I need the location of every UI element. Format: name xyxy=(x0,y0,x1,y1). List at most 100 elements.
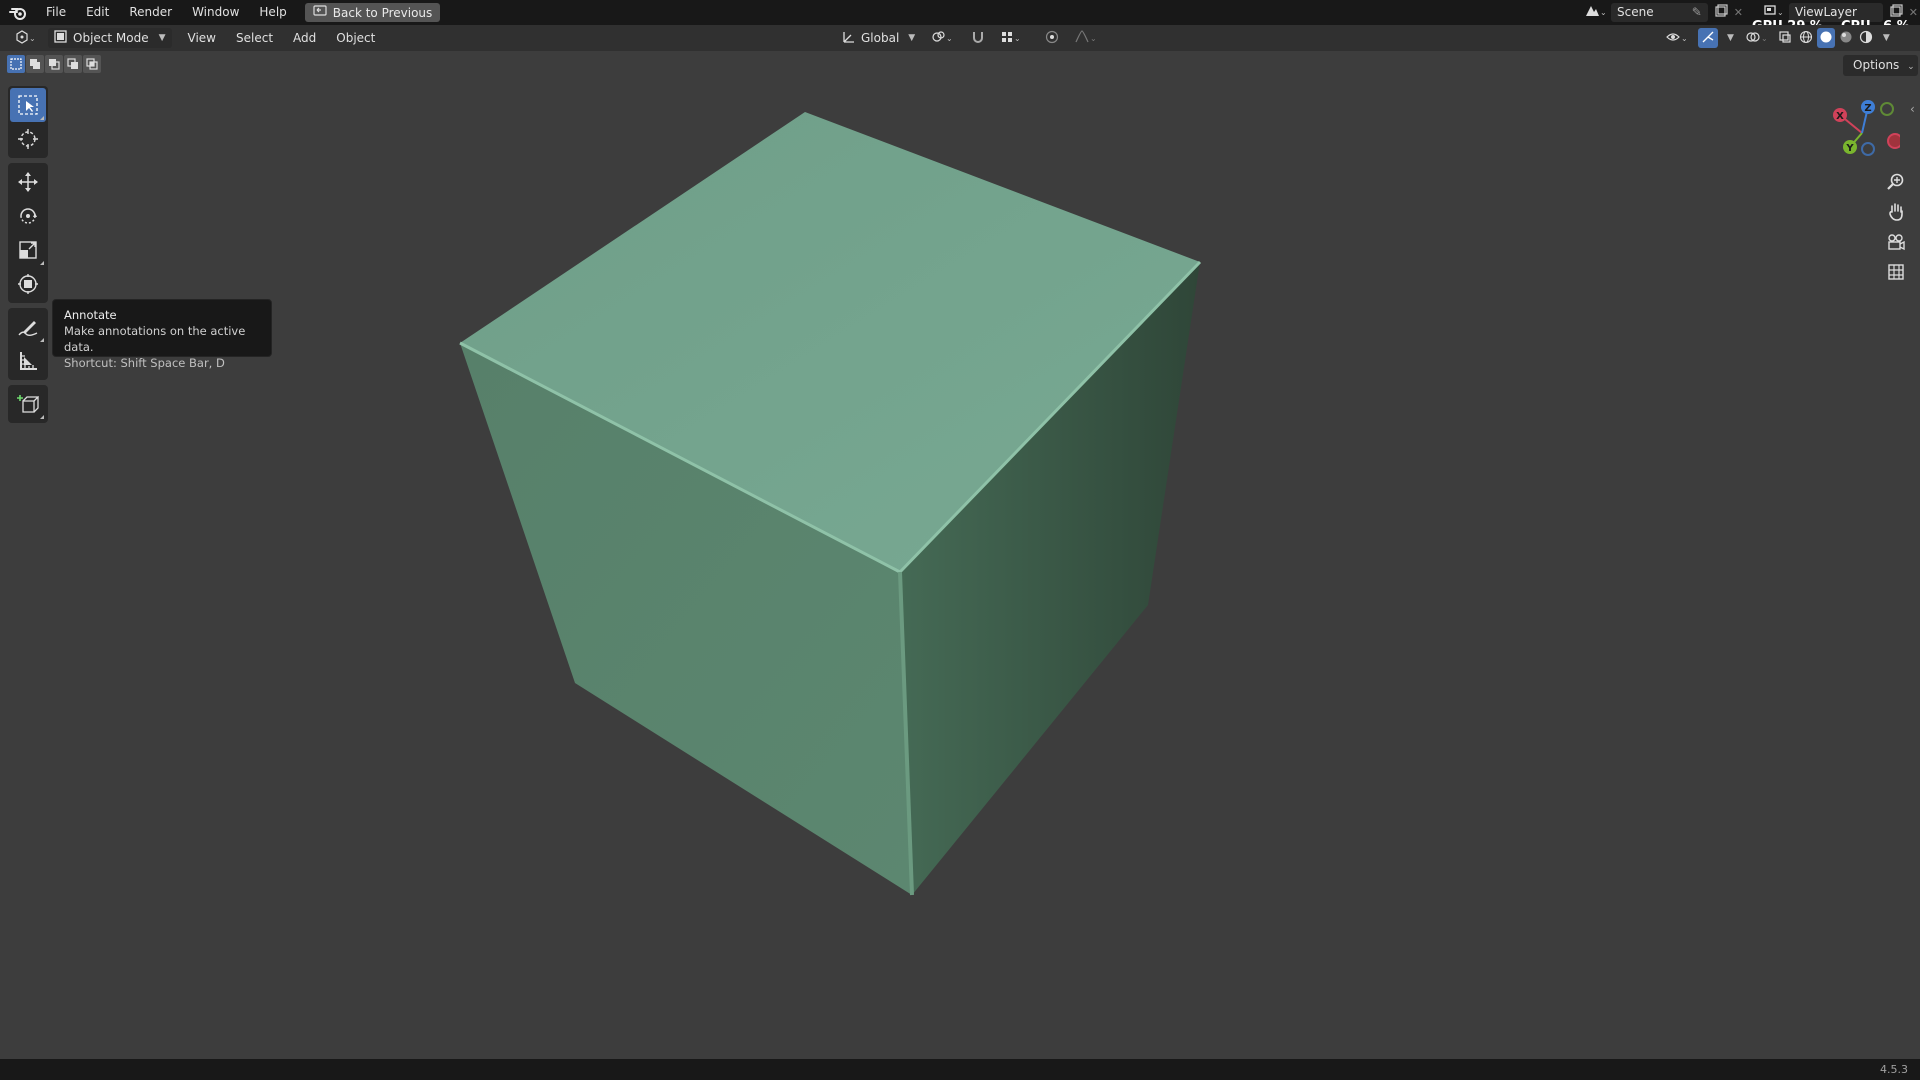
select-extend-button[interactable] xyxy=(26,55,44,73)
menu-view[interactable]: View xyxy=(182,28,222,48)
select-invert-icon xyxy=(67,58,78,69)
shading-options-dropdown[interactable]: ▼ xyxy=(1877,28,1892,48)
chevron-down-icon: ▼ xyxy=(908,33,916,43)
measure-ruler-icon xyxy=(20,352,37,370)
screen-back-icon xyxy=(313,5,327,20)
tool-select-box[interactable] xyxy=(10,88,46,122)
overlays-toggle[interactable]: ⌄ xyxy=(1743,28,1773,48)
version-label: 4.5.3 xyxy=(1880,1063,1908,1076)
cursor-icon xyxy=(18,129,38,149)
tool-group-transform xyxy=(8,163,48,303)
pan-hand-icon xyxy=(1889,203,1903,221)
gizmo-icon xyxy=(1701,30,1715,47)
gizmo-neg-x-handle[interactable] xyxy=(1887,133,1900,149)
menu-window[interactable]: Window xyxy=(182,0,249,25)
object-mode-label: Object Mode xyxy=(73,31,149,45)
camera-icon xyxy=(1888,234,1905,251)
select-box-icon xyxy=(18,95,38,115)
shading-solid-button[interactable] xyxy=(1816,28,1835,48)
gizmo-neg-z-handle[interactable] xyxy=(1861,142,1875,156)
transform-orientation-dropdown[interactable]: Global ▼ xyxy=(836,28,921,48)
gizmos-dropdown[interactable]: ▼ xyxy=(1720,28,1737,48)
menu-help[interactable]: Help xyxy=(249,0,296,25)
tool-scale[interactable] xyxy=(10,233,46,267)
new-scene-icon[interactable] xyxy=(1714,4,1728,21)
zoom-magnifier-icon xyxy=(1887,173,1904,190)
options-dropdown[interactable]: Options ⌄ xyxy=(1843,55,1918,76)
select-intersect-button[interactable] xyxy=(83,55,101,73)
camera-view-button[interactable] xyxy=(1881,228,1911,256)
annotate-tooltip: Annotate Make annotations on the active … xyxy=(52,299,272,370)
pan-button[interactable] xyxy=(1881,198,1911,226)
snap-toggle[interactable] xyxy=(965,28,991,48)
shading-rendered-button[interactable] xyxy=(1857,28,1875,48)
back-to-previous-button[interactable]: Back to Previous xyxy=(304,3,441,22)
tooltip-description: Make annotations on the active data. xyxy=(64,324,246,354)
select-invert-button[interactable] xyxy=(64,55,82,73)
tool-move[interactable] xyxy=(10,165,46,199)
select-set-new-button[interactable] xyxy=(7,55,25,73)
scene-name-field[interactable]: Scene ✎ xyxy=(1611,3,1708,22)
gizmo-neg-y-handle[interactable] xyxy=(1880,102,1894,116)
chevron-down-icon: ⌄ xyxy=(1907,62,1915,72)
tool-variants-corner-icon xyxy=(40,338,44,342)
tool-group-annotate xyxy=(8,308,48,380)
svg-text:⌄: ⌄ xyxy=(29,34,36,43)
tooltip-title: Annotate xyxy=(64,308,117,322)
delete-scene-icon[interactable]: ✕ xyxy=(1734,6,1743,19)
scene-icon[interactable]: ⌄ xyxy=(1583,3,1607,22)
blender-logo-icon[interactable] xyxy=(0,0,36,25)
perspective-toggle-button[interactable] xyxy=(1881,258,1911,286)
tool-variants-corner-icon xyxy=(40,116,44,120)
menu-file[interactable]: File xyxy=(36,0,76,25)
object-visibility-dropdown[interactable]: ⌄ xyxy=(1660,28,1696,48)
zoom-button[interactable] xyxy=(1881,168,1911,196)
viewport-header: ⌄ Object Mode ▼ View Select Add Object G… xyxy=(0,25,1920,51)
scale-icon xyxy=(19,241,37,259)
viewport-gizmos-toggle[interactable] xyxy=(1698,28,1718,48)
object-mode-dropdown[interactable]: Object Mode ▼ xyxy=(48,28,172,48)
select-intersect-icon xyxy=(86,58,98,70)
xray-toggle[interactable] xyxy=(1775,28,1795,48)
tool-measure[interactable] xyxy=(10,344,46,378)
xray-icon xyxy=(1778,30,1792,47)
proportional-editing-toggle[interactable] xyxy=(1039,28,1065,48)
shading-wireframe-button[interactable] xyxy=(1797,28,1815,48)
svg-text:⌄: ⌄ xyxy=(946,34,953,43)
pivot-icon: ⌄ xyxy=(931,30,955,47)
orientation-axes-icon xyxy=(842,30,856,47)
menu-edit[interactable]: Edit xyxy=(76,0,119,25)
tool-cursor[interactable] xyxy=(10,122,46,156)
viewlayer-name: ViewLayer xyxy=(1795,5,1857,19)
scene-selector: ⌄ Scene ✎ ✕ xyxy=(1583,2,1743,23)
select-extend-icon xyxy=(30,59,40,69)
proportional-falloff-dropdown[interactable]: ⌄ xyxy=(1069,28,1105,48)
shading-material-button[interactable] xyxy=(1837,28,1855,48)
menu-render[interactable]: Render xyxy=(119,0,182,25)
tool-annotate[interactable] xyxy=(10,310,46,344)
sidebar-toggle-arrow[interactable]: ‹ xyxy=(1910,102,1915,116)
editor-type-button[interactable]: ⌄ xyxy=(8,28,42,48)
pivot-point-dropdown[interactable]: ⌄ xyxy=(925,28,961,48)
svg-text:⌄: ⌄ xyxy=(1090,34,1097,43)
tool-rotate[interactable] xyxy=(10,199,46,233)
svg-text:⌄: ⌄ xyxy=(1777,8,1784,17)
navigation-gizmo[interactable]: X Y Z xyxy=(1825,95,1900,167)
menu-select[interactable]: Select xyxy=(230,28,279,48)
scene-name: Scene xyxy=(1617,5,1654,19)
menu-add[interactable]: Add xyxy=(287,28,322,48)
tool-shelf xyxy=(8,86,48,428)
tool-add-cube[interactable] xyxy=(10,387,46,421)
3d-viewport[interactable] xyxy=(0,51,1920,1059)
tool-group-select xyxy=(8,86,48,158)
menu-object[interactable]: Object xyxy=(330,28,381,48)
delete-viewlayer-icon[interactable]: ✕ xyxy=(1909,6,1918,19)
add-cube-icon xyxy=(17,395,39,413)
selection-mode-buttons xyxy=(7,55,101,73)
orthographic-grid-icon xyxy=(1888,264,1904,280)
tool-transform[interactable] xyxy=(10,267,46,301)
pin-icon[interactable]: ✎ xyxy=(1692,3,1702,22)
snap-target-dropdown[interactable]: ⌄ xyxy=(995,28,1029,48)
select-subtract-button[interactable] xyxy=(45,55,63,73)
tool-variants-corner-icon xyxy=(40,261,44,265)
